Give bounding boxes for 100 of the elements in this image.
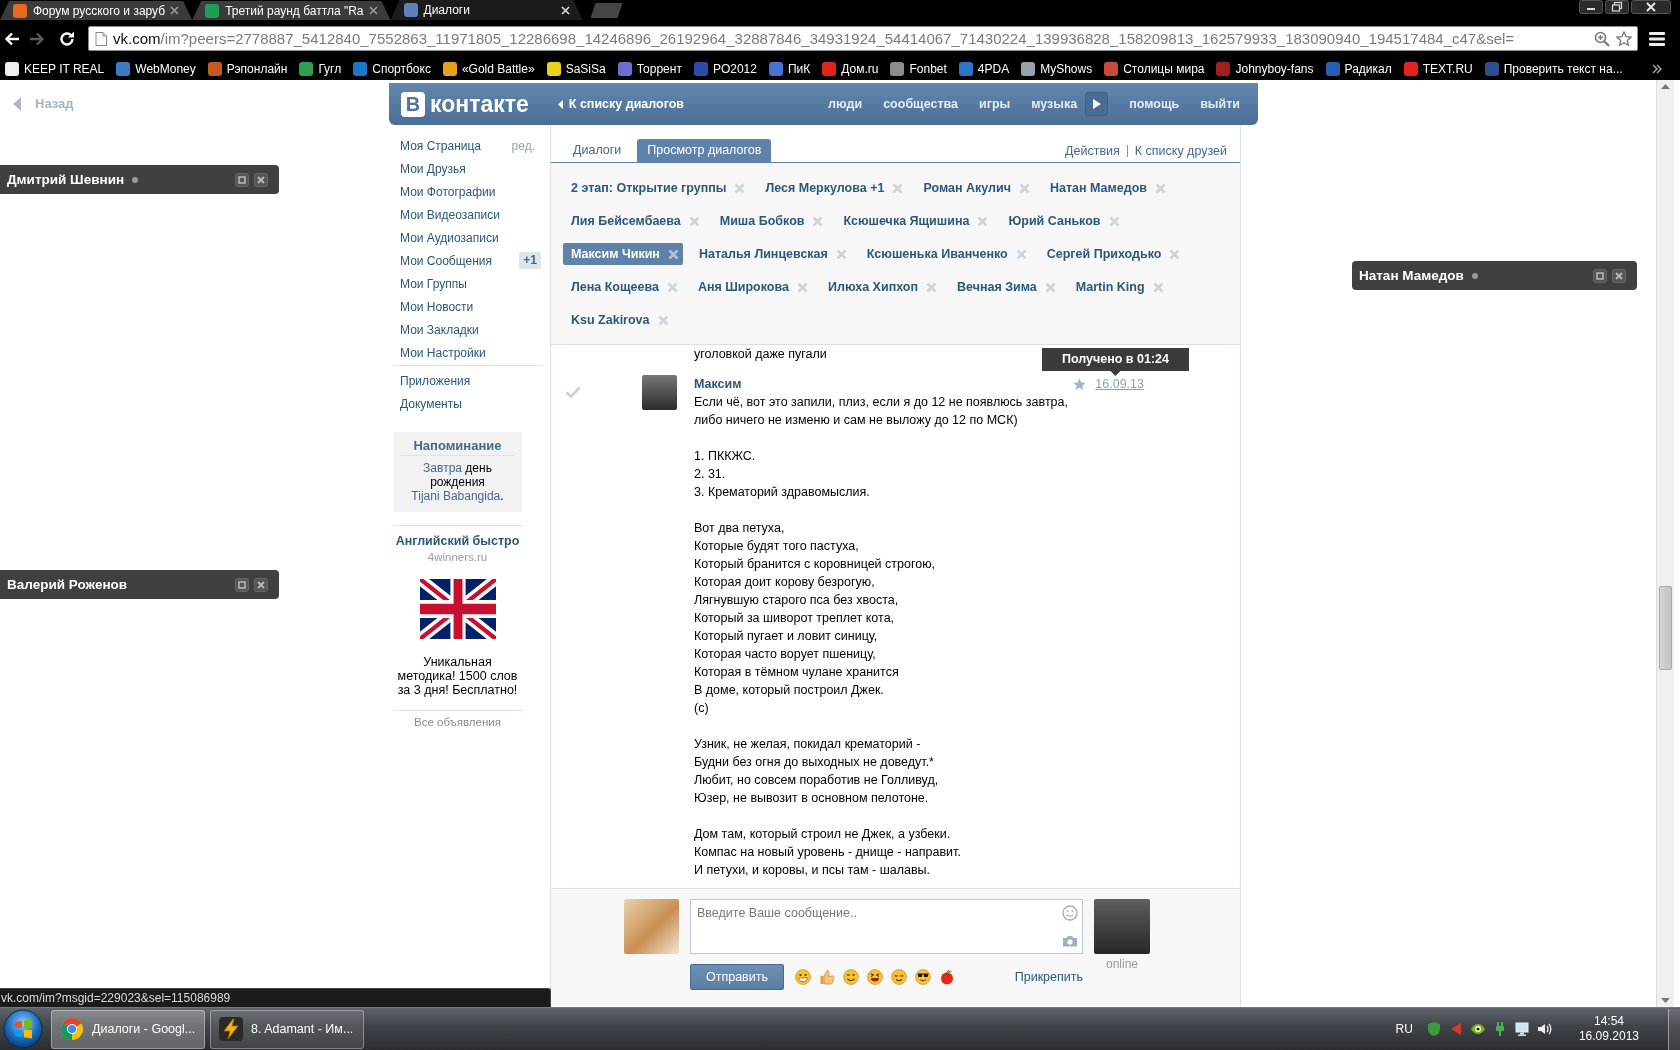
bookmark[interactable]: Гугл: [294, 58, 349, 79]
bookmark[interactable]: Проверить текст на...: [1479, 58, 1630, 79]
laughing-face-icon[interactable]: [867, 969, 883, 985]
star-icon[interactable]: [1616, 30, 1632, 47]
chat-tab[interactable]: Вечная Зима: [949, 276, 1060, 298]
close-icon[interactable]: [254, 172, 268, 187]
language-indicator[interactable]: RU: [1395, 1022, 1413, 1036]
chat-tab[interactable]: Наталья Линцевская: [690, 243, 851, 265]
sidebar-link[interactable]: Мои Видеозаписи: [400, 207, 500, 222]
star-icon[interactable]: [1073, 377, 1087, 391]
sidebar-link[interactable]: Мои Сообщения: [400, 253, 492, 268]
sidebar-link[interactable]: Мои Друзья: [400, 161, 466, 176]
eye-icon[interactable]: [1469, 1021, 1486, 1037]
minimize-icon[interactable]: [1579, 0, 1603, 14]
close-icon[interactable]: [1631, 0, 1671, 14]
scroll-up-arrow-icon[interactable]: [1661, 84, 1670, 89]
scrollbar-thumb[interactable]: [1659, 586, 1672, 670]
smiley-icon[interactable]: [1062, 905, 1078, 921]
checkmark-icon[interactable]: [565, 386, 581, 398]
action-link[interactable]: Действия: [1065, 143, 1120, 158]
logo-mark[interactable]: В: [401, 91, 425, 117]
sidebar-link[interactable]: Мои Группы: [400, 276, 467, 291]
bookmark[interactable]: «Gold Battle»: [437, 58, 542, 79]
relieved-face-icon[interactable]: [891, 969, 907, 985]
attach-link[interactable]: Прикрепить: [1014, 970, 1083, 984]
message-input[interactable]: Введите Ваше сообщение..: [690, 899, 1083, 954]
browser-tab[interactable]: Диалоги: [390, 0, 583, 20]
bookmark[interactable]: PO2012: [688, 58, 764, 79]
sidebar-link[interactable]: Мои Новости: [400, 299, 474, 314]
author-name[interactable]: Максим: [694, 375, 742, 393]
apple-icon[interactable]: [939, 969, 955, 985]
ad-title[interactable]: Английский быстро: [393, 533, 522, 549]
scrollbar[interactable]: [1656, 80, 1674, 1007]
nav-link[interactable]: выйти: [1200, 97, 1240, 111]
reload-icon[interactable]: [58, 29, 76, 48]
chat-tab[interactable]: Лия Бейсембаева: [563, 210, 704, 232]
chevron-icon[interactable]: [1652, 63, 1662, 74]
nav-link[interactable]: музыка: [1031, 97, 1078, 111]
bookmark[interactable]: Торрент: [612, 58, 689, 79]
bookmark[interactable]: TEXT.RU: [1398, 58, 1480, 79]
chat-tab[interactable]: Ksu Zakirova: [563, 309, 673, 331]
chat-tab[interactable]: Ксюшенька Иванченко: [858, 243, 1031, 265]
maximize-icon[interactable]: [235, 577, 249, 592]
chat-tab[interactable]: Ксюшечка Ящишина: [835, 210, 993, 232]
bookmark[interactable]: Радикал: [1320, 58, 1399, 79]
sunglasses-face-icon[interactable]: [915, 969, 931, 985]
shield-icon[interactable]: [1425, 1021, 1442, 1037]
bookmark[interactable]: WebMoney: [111, 58, 203, 79]
maximize-icon[interactable]: [1593, 268, 1607, 283]
restore-icon[interactable]: [1605, 0, 1629, 14]
bookmark[interactable]: ПиК: [763, 58, 818, 79]
chat-tab[interactable]: Юрий Саньков: [1000, 210, 1124, 232]
sidebar-link[interactable]: Мои Настройки: [400, 345, 486, 360]
clock[interactable]: 14:54 16.09.2013: [1578, 1014, 1639, 1044]
show-desktop-button[interactable]: [1668, 1008, 1680, 1050]
bookmark[interactable]: Спортбокс: [348, 58, 438, 79]
bookmark[interactable]: Столицы мира: [1099, 58, 1212, 79]
new-tab-button[interactable]: [590, 3, 623, 18]
back-to-dialogs-link[interactable]: К списку диалогов: [557, 97, 685, 111]
all-ads-link[interactable]: Все объявления: [393, 715, 522, 729]
bookmark[interactable]: 4PDA: [953, 58, 1017, 79]
bookmark[interactable]: Fonbet: [885, 58, 954, 79]
bookmark[interactable]: Johnyboy-fans: [1211, 58, 1321, 79]
flag-drawing[interactable]: [419, 579, 496, 639]
sidebar-link[interactable]: Мои Закладки: [400, 322, 479, 337]
play-button[interactable]: [1085, 92, 1109, 116]
taskbar-button[interactable]: Диалоги - Googl...: [51, 1009, 205, 1049]
chat-tab[interactable]: Аня Широкова: [689, 276, 812, 298]
send-button[interactable]: Отправить: [690, 964, 784, 990]
chat-tab[interactable]: Максим Чикин: [563, 243, 683, 265]
taskbar-button[interactable]: 8. Adamant - Им...: [210, 1009, 364, 1049]
grinning-face-icon[interactable]: [795, 969, 811, 985]
browser-tab[interactable]: Форум русского и заруб: [0, 1, 193, 20]
dialog-tab[interactable]: Диалоги: [563, 139, 632, 162]
bookmark[interactable]: SaSiSa: [541, 58, 613, 79]
address-field[interactable]: vk.com/im?peers=2778887_5412840_7552863_11971805_12286698_14246896_26192964_32887846_34931924_54414067_71430224_139936828_158209813_162579933_183090940_194517484_c47&sel=: [88, 26, 1638, 51]
message-count[interactable]: +1: [519, 252, 541, 269]
chat-tab[interactable]: Натан Мамедов: [1041, 177, 1170, 199]
logo-text[interactable]: контакте: [430, 90, 529, 118]
chat-window[interactable]: Натан Мамедов: [1352, 261, 1637, 290]
bookmark[interactable]: MyShows: [1016, 58, 1100, 79]
browser-tab[interactable]: Третий раунд баттла "Ra: [192, 1, 391, 20]
chat-window[interactable]: Дмитрий Шевнин: [0, 165, 279, 194]
sidebar-link[interactable]: Мои Фотографии: [400, 184, 496, 199]
chat-tab[interactable]: Роман Акулич: [915, 177, 1034, 199]
chat-tab[interactable]: Martin King: [1067, 276, 1168, 298]
chat-tab[interactable]: Сергей Приходько: [1038, 243, 1185, 265]
chat-tab[interactable]: Леся Меркулова +1: [757, 177, 908, 199]
sidebar-link[interactable]: Документы: [400, 396, 462, 411]
winking-face-icon[interactable]: [843, 969, 859, 985]
bookmark[interactable]: Дом.ru: [817, 58, 886, 79]
nav-link[interactable]: сообщества: [883, 97, 958, 111]
sidebar-link[interactable]: Моя Страница: [400, 138, 482, 153]
chat-tab[interactable]: Лена Кощеева: [563, 276, 682, 298]
monitor-icon[interactable]: [1513, 1021, 1530, 1037]
bookmark[interactable]: KEEP IT REAL: [0, 58, 112, 79]
scroll-down-arrow-icon[interactable]: [1661, 998, 1670, 1003]
sidebar-link[interactable]: Мои Аудиозаписи: [400, 230, 499, 245]
action-link[interactable]: К списку друзей: [1134, 143, 1227, 158]
nav-link[interactable]: игры: [979, 97, 1011, 111]
